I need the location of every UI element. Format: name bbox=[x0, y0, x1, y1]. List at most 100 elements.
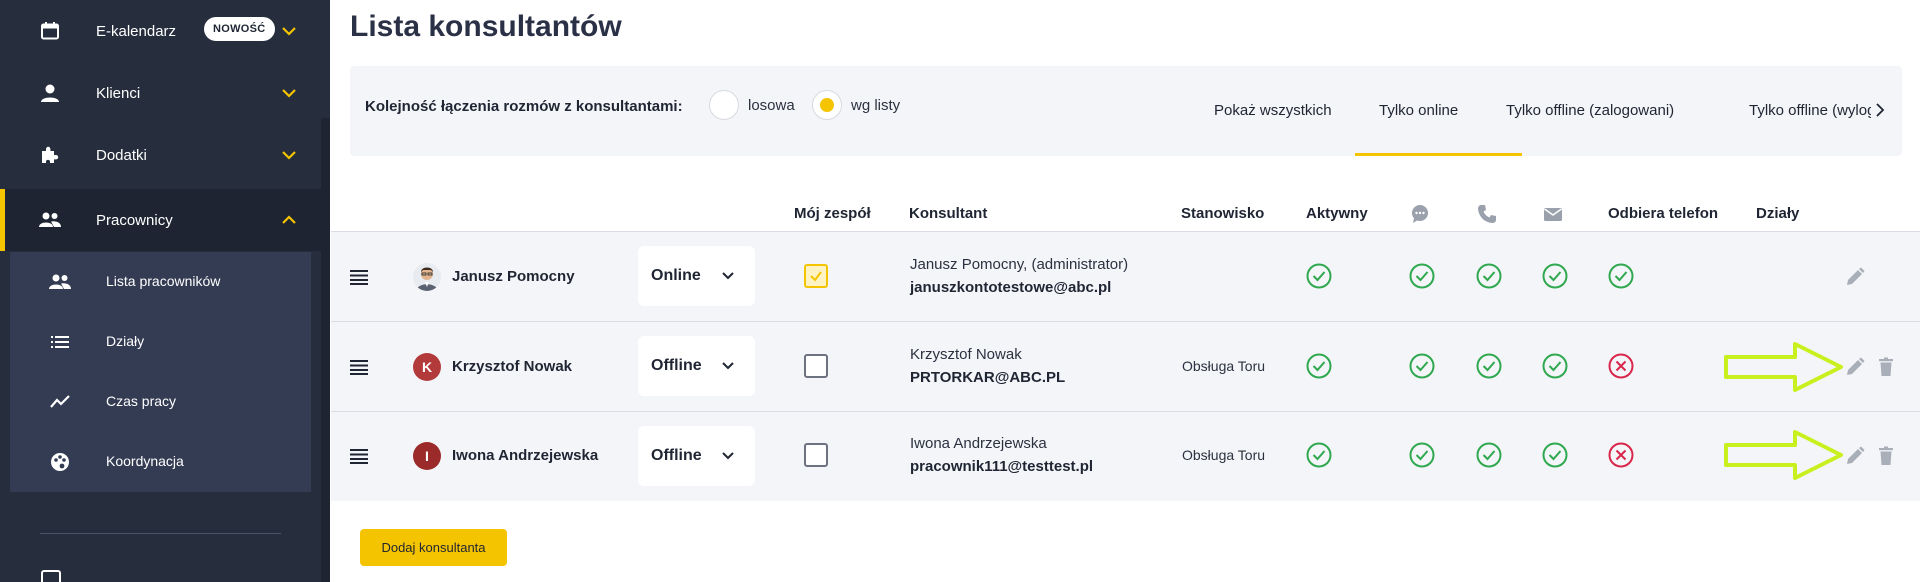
header-consultant: Konsultant bbox=[909, 205, 988, 222]
sidebar-subitem-czas-pracy[interactable]: Czas pracy bbox=[10, 372, 311, 432]
chevron-down-icon bbox=[722, 452, 734, 460]
row-name: Iwona Andrzejewska bbox=[452, 447, 599, 464]
check-circle-icon bbox=[1306, 263, 1332, 289]
consultant-name: Iwona Andrzejewska bbox=[910, 435, 1047, 452]
edit-icon[interactable] bbox=[1845, 446, 1865, 466]
group-icon bbox=[48, 270, 72, 294]
main-content: Lista konsultantów Kolejność łączenia ro… bbox=[330, 0, 1920, 582]
status-select[interactable]: Offline bbox=[638, 426, 755, 486]
sidebar-item-klienci[interactable]: Klienci bbox=[0, 62, 321, 124]
sidebar-item-pracownicy[interactable]: Pracownicy bbox=[0, 189, 321, 251]
sidebar-submenu: Lista pracowników Działy Czas pracy Koor… bbox=[10, 252, 311, 492]
add-consultant-button[interactable]: Dodaj konsultanta bbox=[360, 529, 507, 566]
check-circle-icon bbox=[1608, 263, 1634, 289]
trash-icon[interactable] bbox=[1876, 446, 1896, 466]
row-name: Janusz Pomocny bbox=[452, 268, 575, 285]
table-row: I Iwona Andrzejewska Offline Iwona Andrz… bbox=[331, 412, 1920, 501]
new-badge: NOWOŚĆ bbox=[204, 17, 275, 41]
tab-only-offline-logged-out[interactable]: Tylko offline (wylogowani) bbox=[1749, 102, 1871, 119]
tab-only-online[interactable]: Tylko online bbox=[1379, 102, 1458, 119]
my-team-checkbox[interactable] bbox=[804, 354, 828, 378]
radio-label: losowa bbox=[748, 97, 795, 114]
position-text: Obsługa Toru bbox=[1182, 447, 1266, 463]
sidebar-item-label: E-kalendarz bbox=[96, 22, 177, 40]
edit-icon[interactable] bbox=[1845, 357, 1865, 377]
chevron-down-icon[interactable] bbox=[280, 84, 298, 102]
annotation-arrow-icon bbox=[1724, 430, 1843, 480]
drag-handle-icon[interactable] bbox=[350, 269, 368, 285]
table-row: Janusz Pomocny Online Janusz Pomocny, (a… bbox=[331, 232, 1920, 321]
list-icon bbox=[48, 330, 72, 354]
status-select-value: Online bbox=[651, 267, 701, 284]
chevron-down-icon[interactable] bbox=[280, 22, 298, 40]
chevron-right-icon[interactable] bbox=[1872, 102, 1888, 118]
chevron-up-icon[interactable] bbox=[280, 211, 298, 229]
check-circle-icon bbox=[1409, 442, 1435, 468]
sidebar-subitem-label: Koordynacja bbox=[106, 453, 184, 469]
header-departments: Działy bbox=[1756, 205, 1800, 222]
check-circle-icon bbox=[1409, 263, 1435, 289]
chart-line-icon bbox=[48, 390, 72, 414]
consultant-info: Iwona Andrzejewska pracownik111@testtest… bbox=[910, 432, 1093, 478]
sidebar-subitem-label: Czas pracy bbox=[106, 393, 177, 409]
sidebar-item-label: Dodatki bbox=[96, 146, 147, 164]
consultant-name: Janusz Pomocny, (administrator) bbox=[910, 256, 1129, 273]
page-title: Lista konsultantów bbox=[350, 10, 622, 43]
sidebar-divider bbox=[40, 533, 281, 534]
sidebar-item-e-kalendarz[interactable]: E-kalendarz NOWOŚĆ bbox=[0, 0, 321, 62]
check-circle-icon bbox=[1476, 263, 1502, 289]
chevron-down-icon bbox=[722, 272, 734, 280]
consultant-info: Krzysztof Nowak PRTORKAR@ABC.PL bbox=[910, 343, 1065, 389]
sidebar-subitem-dzialy[interactable]: Działy bbox=[10, 312, 311, 372]
calendar-icon bbox=[38, 19, 62, 43]
sidebar-item-label: Pracownicy bbox=[96, 211, 173, 229]
group-icon bbox=[38, 208, 62, 232]
consultant-info: Janusz Pomocny, (administrator) januszko… bbox=[910, 253, 1128, 299]
radio-wg-listy[interactable] bbox=[812, 90, 842, 120]
drag-handle-icon[interactable] bbox=[350, 448, 368, 464]
status-select[interactable]: Offline bbox=[638, 336, 755, 396]
sidebar-item-dodatki[interactable]: Dodatki bbox=[0, 124, 321, 186]
check-circle-icon bbox=[1306, 353, 1332, 379]
radio-losowa[interactable] bbox=[709, 90, 739, 120]
position-text: Obsługa Toru bbox=[1182, 358, 1266, 374]
my-team-checkbox[interactable] bbox=[804, 264, 828, 288]
header-position: Stanowisko bbox=[1181, 205, 1265, 222]
sidebar-subitem-label: Lista pracowników bbox=[106, 273, 221, 289]
trash-icon[interactable] bbox=[1876, 357, 1896, 377]
check-icon bbox=[810, 271, 822, 282]
tab-clip: Tylko offline (wylogowani) bbox=[1749, 92, 1871, 132]
chevron-down-icon bbox=[722, 362, 734, 370]
header-answers-phone: Odbiera telefon bbox=[1608, 205, 1719, 222]
edit-icon[interactable] bbox=[1845, 267, 1865, 287]
check-circle-icon bbox=[1476, 353, 1502, 379]
check-circle-icon bbox=[1542, 263, 1568, 289]
row-name: Krzysztof Nowak bbox=[452, 358, 573, 375]
sidebar-subitem-koordynacja[interactable]: Koordynacja bbox=[10, 432, 311, 492]
check-circle-icon bbox=[1306, 442, 1332, 468]
consultants-table: Janusz Pomocny Online Janusz Pomocny, (a… bbox=[331, 231, 1920, 501]
consultant-email: pracownik111@testtest.pl bbox=[910, 458, 1094, 475]
status-select-value: Offline bbox=[651, 357, 702, 374]
chevron-down-icon[interactable] bbox=[280, 146, 298, 164]
check-circle-icon bbox=[1542, 353, 1568, 379]
sidebar-subitem-lista-pracownikow[interactable]: Lista pracowników bbox=[10, 252, 311, 312]
annotation-arrow-icon bbox=[1724, 342, 1843, 392]
tab-only-offline-logged-in[interactable]: Tylko offline (zalogowani) bbox=[1506, 102, 1674, 119]
filter-panel: Kolejność łączenia rozmów z konsultantam… bbox=[350, 66, 1902, 156]
drag-handle-icon[interactable] bbox=[350, 359, 368, 375]
user-icon bbox=[38, 81, 62, 105]
puzzle-icon bbox=[38, 143, 62, 167]
phone-icon bbox=[1478, 205, 1496, 223]
sidebar-scrollbar[interactable] bbox=[321, 118, 330, 582]
avatar: K bbox=[413, 353, 441, 381]
tab-show-all[interactable]: Pokaż wszystkich bbox=[1214, 102, 1332, 119]
status-select[interactable]: Online bbox=[638, 246, 755, 306]
x-circle-icon bbox=[1608, 353, 1634, 379]
check-circle-icon bbox=[1476, 442, 1502, 468]
check-circle-icon bbox=[1409, 353, 1435, 379]
my-team-checkbox[interactable] bbox=[804, 443, 828, 467]
settings-icon[interactable] bbox=[41, 570, 61, 582]
active-tab-indicator bbox=[1355, 153, 1522, 156]
sidebar: E-kalendarz NOWOŚĆ Klienci Dodatki Praco… bbox=[0, 0, 330, 582]
